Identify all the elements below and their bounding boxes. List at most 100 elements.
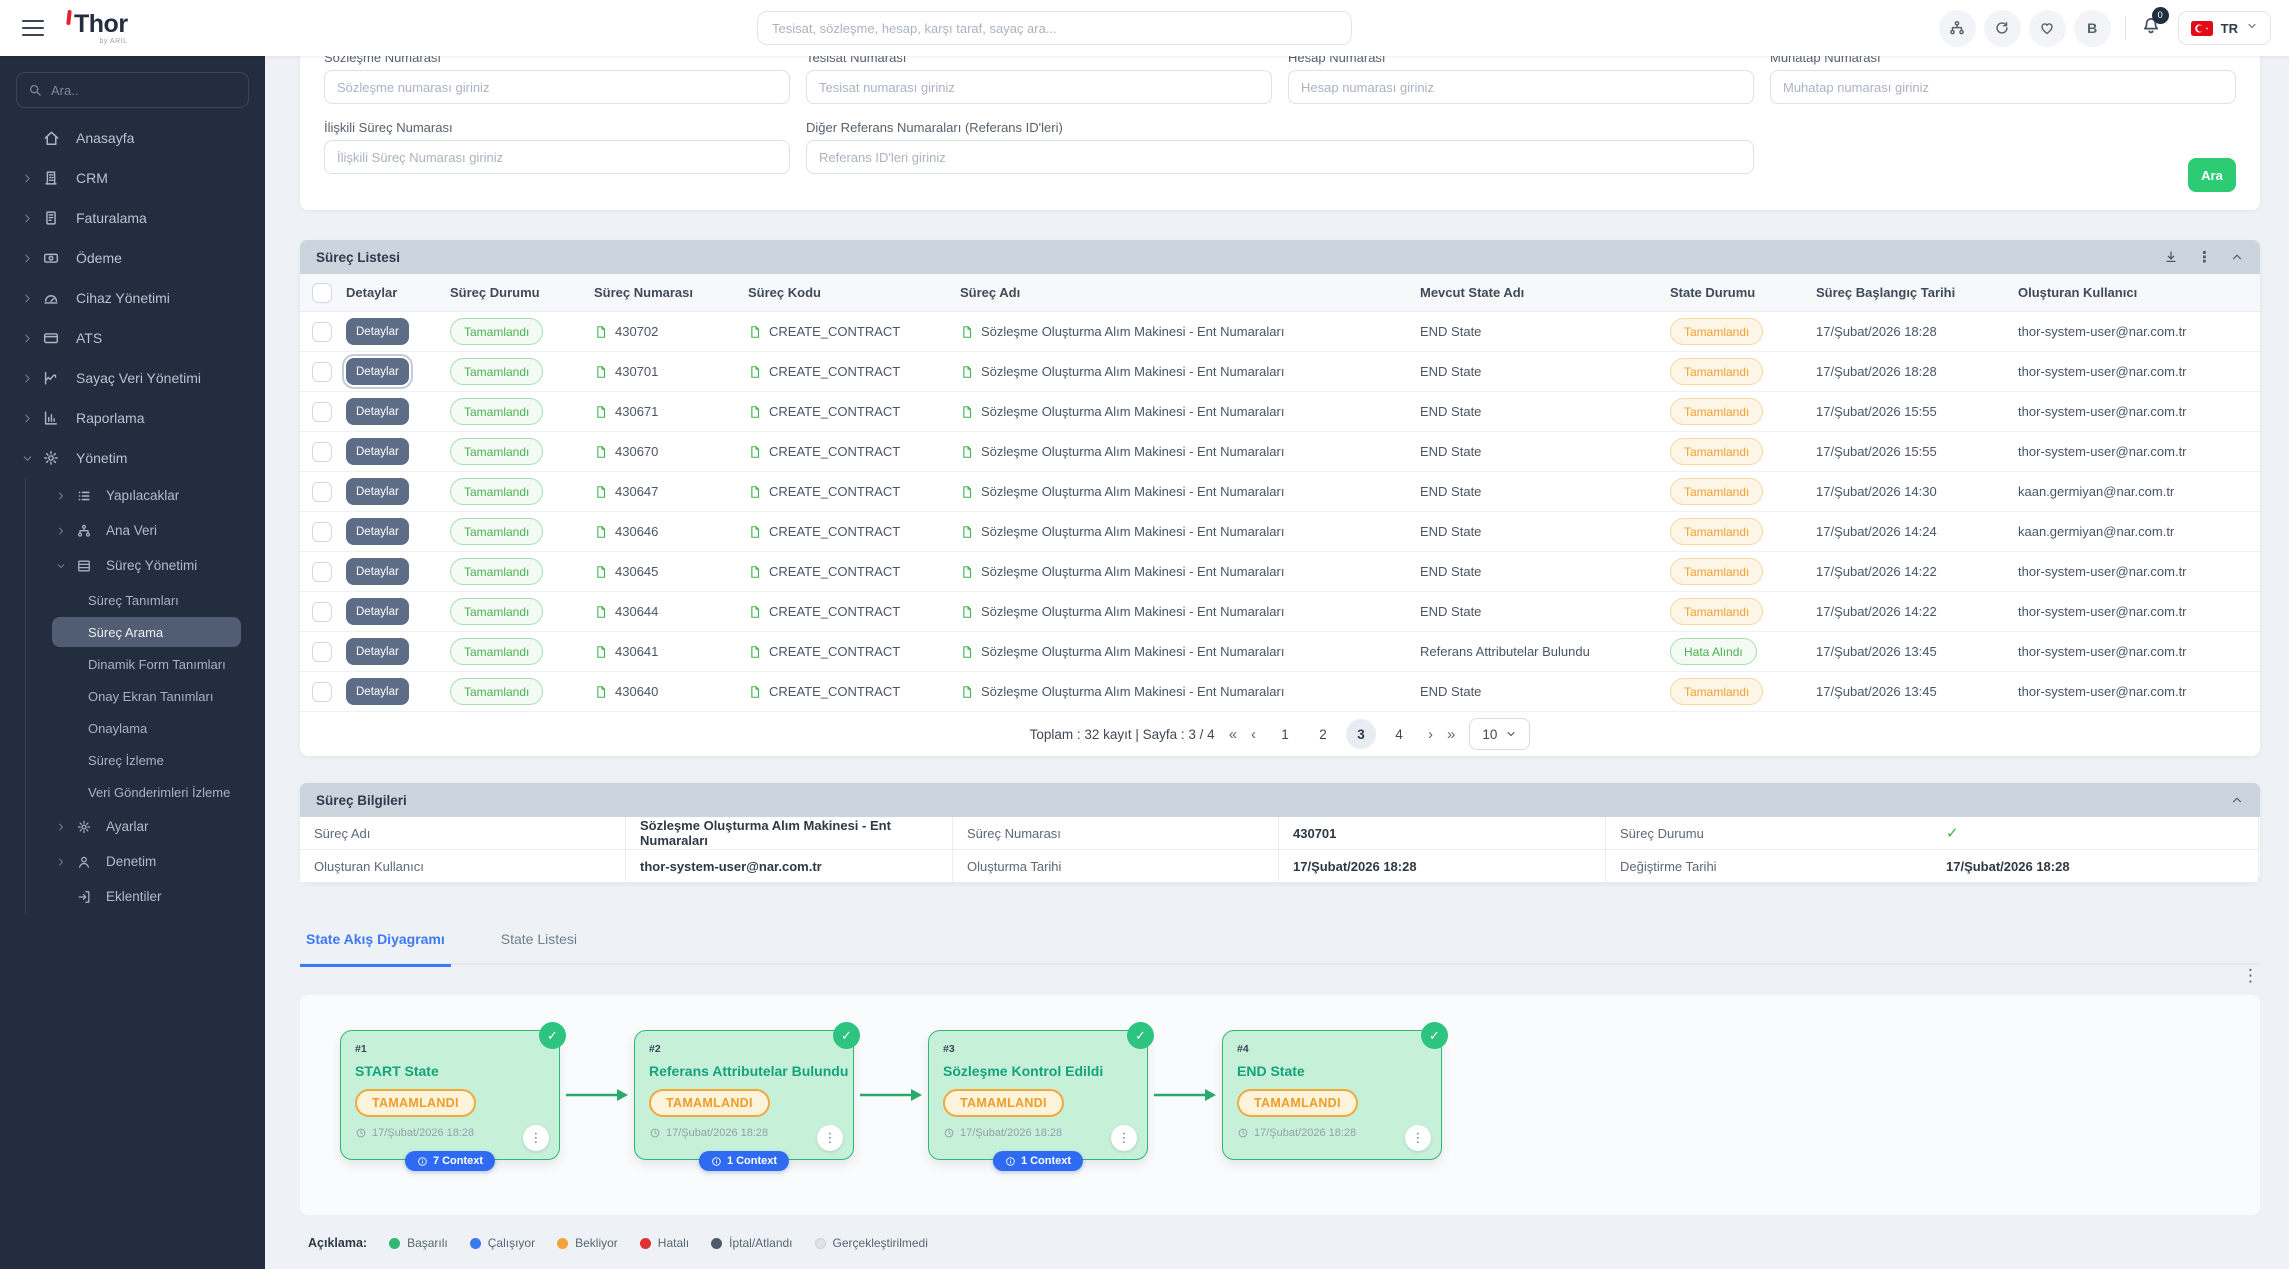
process-code[interactable]: CREATE_CONTRACT [769,444,900,459]
favorites-heart-icon[interactable] [2029,10,2066,47]
state-card[interactable]: #4 END State TAMAMLANDI 17/Şubat/2026 18… [1222,1030,1442,1160]
row-checkbox[interactable] [312,602,332,622]
state-kebab-menu-icon[interactable]: ⋮ [1111,1125,1137,1151]
details-button[interactable]: Detaylar [346,678,409,705]
process-name[interactable]: Sözleşme Oluşturma Alım Makinesi - Ent N… [981,364,1284,379]
process-number[interactable]: 430644 [615,604,658,619]
state-kebab-menu-icon[interactable]: ⋮ [817,1125,843,1151]
sozlesme-numarasi-input[interactable] [324,70,790,104]
muhatap-numarasi-input[interactable] [1770,70,2236,104]
diagram-kebab-menu-icon[interactable]: ⋮ [2242,966,2259,986]
prev-page-button[interactable]: ‹ [1251,726,1256,743]
process-number[interactable]: 430670 [615,444,658,459]
page-number-button[interactable]: 3 [1346,719,1376,749]
state-kebab-menu-icon[interactable]: ⋮ [523,1125,549,1151]
row-checkbox[interactable] [312,562,332,582]
app-logo[interactable]: Thor by ARIL [74,12,128,45]
row-checkbox[interactable] [312,682,332,702]
tab[interactable]: State Akış Diyagramı [300,925,451,967]
row-checkbox[interactable] [312,482,332,502]
process-name[interactable]: Sözleşme Oluşturma Alım Makinesi - Ent N… [981,444,1284,459]
context-badge[interactable]: 1 Context [993,1151,1083,1171]
details-button[interactable]: Detaylar [346,398,409,425]
process-number[interactable]: 430647 [615,484,658,499]
row-checkbox[interactable] [312,402,332,422]
process-number[interactable]: 430641 [615,644,658,659]
next-page-button[interactable]: › [1428,726,1433,743]
sidebar-item-surec-yonetimi[interactable]: Süreç Yönetimi [0,548,265,583]
search-button[interactable]: Ara [2188,158,2236,192]
iliskili-surec-numarasi-input[interactable] [324,140,790,174]
history-icon[interactable] [1984,10,2021,47]
process-name[interactable]: Sözleşme Oluşturma Alım Makinesi - Ent N… [981,564,1284,579]
sitemap-icon[interactable] [1939,10,1976,47]
hamburger-menu-icon[interactable] [22,20,44,36]
process-code[interactable]: CREATE_CONTRACT [769,404,900,419]
referans-idleri-input[interactable] [806,140,1754,174]
process-code[interactable]: CREATE_CONTRACT [769,484,900,499]
process-code[interactable]: CREATE_CONTRACT [769,604,900,619]
process-name[interactable]: Sözleşme Oluşturma Alım Makinesi - Ent N… [981,644,1284,659]
sidebar-item-onay-ekran-tanimlari[interactable]: Onay Ekran Tanımları [52,681,241,711]
row-checkbox[interactable] [312,442,332,462]
sidebar-item-denetim[interactable]: Denetim [0,844,265,879]
process-number[interactable]: 430645 [615,564,658,579]
user-avatar[interactable]: B [2074,10,2111,47]
sidebar-item-surec-tanimlari[interactable]: Süreç Tanımları [52,585,241,615]
state-card[interactable]: #2 Referans Attributelar Bulundu TAMAMLA… [634,1030,854,1160]
sidebar-item-onaylama[interactable]: Onaylama [52,713,241,743]
sidebar-item-cihaz-yonetimi[interactable]: Cihaz Yönetimi [0,278,265,318]
row-checkbox[interactable] [312,642,332,662]
state-card[interactable]: #3 Sözleşme Kontrol Edildi TAMAMLANDI 17… [928,1030,1148,1160]
sidebar-item-veri-gonderimleri-izleme[interactable]: Veri Gönderimleri İzleme [52,777,241,807]
process-name[interactable]: Sözleşme Oluşturma Alım Makinesi - Ent N… [981,484,1284,499]
context-badge[interactable]: 1 Context [699,1151,789,1171]
process-number[interactable]: 430646 [615,524,658,539]
kebab-menu-icon[interactable]: ⋮ [2197,248,2212,266]
details-button[interactable]: Detaylar [346,438,409,465]
sidebar-item-yonetim[interactable]: Yönetim [0,438,265,478]
process-name[interactable]: Sözleşme Oluşturma Alım Makinesi - Ent N… [981,524,1284,539]
details-button[interactable]: Detaylar [346,518,409,545]
sidebar-item-faturalama[interactable]: Faturalama [0,198,265,238]
process-number[interactable]: 430702 [615,324,658,339]
process-number[interactable]: 430701 [615,364,658,379]
process-name[interactable]: Sözleşme Oluşturma Alım Makinesi - Ent N… [981,324,1284,339]
notifications-bell-icon[interactable]: 0 [2140,15,2162,42]
process-code[interactable]: CREATE_CONTRACT [769,364,900,379]
select-all-checkbox[interactable] [312,283,332,303]
last-page-button[interactable]: » [1447,726,1455,743]
sidebar-item-odeme[interactable]: Ödeme [0,238,265,278]
page-number-button[interactable]: 4 [1384,719,1414,749]
state-kebab-menu-icon[interactable]: ⋮ [1405,1125,1431,1151]
row-checkbox[interactable] [312,362,332,382]
details-button[interactable]: Detaylar [346,558,409,585]
context-badge[interactable]: 7 Context [405,1151,495,1171]
sidebar-item-crm[interactable]: CRM [0,158,265,198]
row-checkbox[interactable] [312,522,332,542]
process-code[interactable]: CREATE_CONTRACT [769,324,900,339]
process-code[interactable]: CREATE_CONTRACT [769,564,900,579]
tesisat-numarasi-input[interactable] [806,70,1272,104]
process-number[interactable]: 430640 [615,684,658,699]
process-name[interactable]: Sözleşme Oluşturma Alım Makinesi - Ent N… [981,604,1284,619]
sidebar-item-dinamik-form-tanimlari[interactable]: Dinamik Form Tanımları [52,649,241,679]
sidebar-item-eklentiler[interactable]: Eklentiler [0,879,265,914]
process-name[interactable]: Sözleşme Oluşturma Alım Makinesi - Ent N… [981,404,1284,419]
details-button[interactable]: Detaylar [346,478,409,505]
row-checkbox[interactable] [312,322,332,342]
details-button[interactable]: Detaylar [346,638,409,665]
state-card[interactable]: #1 START State TAMAMLANDI 17/Şubat/2026 … [340,1030,560,1160]
sidebar-item-sayac-veri-yonetimi[interactable]: Sayaç Veri Yönetimi [0,358,265,398]
download-icon[interactable] [2163,249,2179,265]
sidebar-item-surec-izleme[interactable]: Süreç İzleme [52,745,241,775]
process-name[interactable]: Sözleşme Oluşturma Alım Makinesi - Ent N… [981,684,1284,699]
page-number-button[interactable]: 2 [1308,719,1338,749]
process-number[interactable]: 430671 [615,404,658,419]
details-button[interactable]: Detaylar [346,318,409,345]
process-code[interactable]: CREATE_CONTRACT [769,644,900,659]
details-button[interactable]: Detaylar [346,358,409,385]
collapse-chevron-up-icon[interactable] [2230,250,2244,264]
global-search-input[interactable] [757,11,1352,45]
first-page-button[interactable]: « [1229,726,1237,743]
